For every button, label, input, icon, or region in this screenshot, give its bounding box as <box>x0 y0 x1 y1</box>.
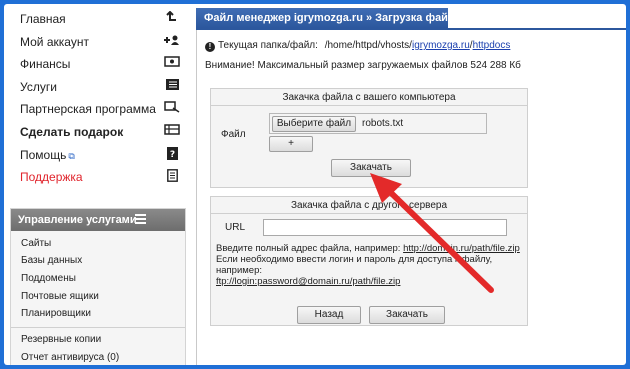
sidebar-item-gift[interactable]: Сделать подарок <box>20 122 180 142</box>
sidebar-item-label: Мой аккаунт <box>20 35 89 49</box>
upload-from-server-panel: Закачка файла с другого сервера URL Введ… <box>210 196 528 326</box>
example-url-link[interactable]: http://domain.ru/path/file.zip <box>403 243 520 254</box>
current-folder-line: ! Текущая папка/файл: /home/httpd/vhosts/… <box>205 40 510 52</box>
divider <box>11 327 185 328</box>
choose-file-button[interactable]: Выберите файл <box>272 116 356 132</box>
sidebar-item-label: Услуги <box>20 80 57 94</box>
services-panel-header[interactable]: Управление услугами <box>11 209 185 231</box>
current-folder-label: Текущая папка/файл: <box>218 40 318 51</box>
upload-submit-button[interactable]: Закачать <box>331 159 411 177</box>
return-arrow-icon <box>164 10 180 25</box>
sidebar-item-partner-program[interactable]: Партнерская программа <box>20 99 180 119</box>
sidebar-item-help[interactable]: Помощь ⧉ ? <box>20 145 180 165</box>
upload-from-computer-panel: Закачка файла с вашего компьютера Файл В… <box>210 88 528 188</box>
sidebar: Главная Мой аккаунт Финансы Услуги Партн… <box>4 4 188 365</box>
external-link-icon: ⧉ <box>68 151 75 161</box>
current-folder-path: /home/httpd/vhosts/igrymozga.ru/httpdocs <box>324 40 511 51</box>
upload-panel-title: Закачка файла с вашего компьютера <box>211 89 527 106</box>
server-upload-submit-button[interactable]: Закачать <box>369 306 445 324</box>
money-icon <box>164 56 180 70</box>
service-link-antivirus-report[interactable]: Отчет антивируса (0) <box>21 352 119 363</box>
sidebar-item-label: Сделать подарок <box>20 125 124 139</box>
main-content: ! Текущая папка/файл: /home/httpd/vhosts/… <box>196 30 626 365</box>
url-hint: Введите полный адрес файла, например: ht… <box>216 243 520 287</box>
service-link-mailboxes[interactable]: Почтовые ящики <box>21 291 99 302</box>
help-icon: ? <box>164 147 180 161</box>
service-link-sites[interactable]: Сайты <box>21 238 51 249</box>
gift-icon <box>164 124 180 138</box>
back-button[interactable]: Назад <box>297 306 361 324</box>
folder-path-link-dir[interactable]: httpdocs <box>473 40 511 51</box>
sidebar-item-label: Финансы <box>20 57 71 71</box>
list-icon <box>164 79 180 93</box>
document-icon <box>164 169 180 183</box>
add-file-button[interactable]: + <box>269 136 313 152</box>
services-panel-title: Управление услугами <box>18 214 137 226</box>
sidebar-item-finance[interactable]: Финансы <box>20 54 180 74</box>
example-auth-url-link[interactable]: ftp://login:password@domain.ru/path/file… <box>216 276 400 287</box>
sidebar-item-label: Главная <box>20 12 66 26</box>
page-title: Файл менеджер igrymozga.ru » Загрузка фа… <box>196 8 468 28</box>
sidebar-item-services[interactable]: Услуги <box>20 77 180 97</box>
sidebar-item-home[interactable]: Главная <box>20 9 180 29</box>
service-link-subdomains[interactable]: Поддомены <box>21 273 76 284</box>
upload-limit-notice: Внимание! Максимальный размер загружаемы… <box>205 60 521 71</box>
sidebar-item-label: Помощь ⧉ <box>20 148 75 162</box>
service-link-databases[interactable]: Базы данных <box>21 255 82 266</box>
info-icon: ! <box>205 42 215 52</box>
service-link-backups[interactable]: Резервные копии <box>21 334 101 345</box>
server-panel-title: Закачка файла с другого сервера <box>211 197 527 214</box>
menu-icon <box>135 214 146 224</box>
sidebar-item-account[interactable]: Мой аккаунт <box>20 32 180 52</box>
svg-text:?: ? <box>169 150 174 160</box>
file-label: Файл <box>221 129 246 140</box>
folder-path-link-domain[interactable]: igrymozga.ru <box>412 40 470 51</box>
services-panel: Управление услугами Сайты Базы данных По… <box>10 208 186 365</box>
url-input[interactable] <box>263 219 507 236</box>
sidebar-item-label: Партнерская программа <box>20 102 156 116</box>
file-input[interactable]: Выберите файл robots.txt <box>269 113 487 134</box>
partners-icon <box>164 101 180 115</box>
service-link-schedulers[interactable]: Планировщики <box>21 308 91 319</box>
chosen-file-name: robots.txt <box>362 118 404 129</box>
sidebar-item-label: Поддержка <box>20 170 83 184</box>
sidebar-item-support[interactable]: Поддержка <box>20 167 180 187</box>
browser-viewport: Главная Мой аккаунт Финансы Услуги Партн… <box>4 4 626 365</box>
add-user-icon <box>164 34 180 48</box>
url-label: URL <box>225 222 246 233</box>
